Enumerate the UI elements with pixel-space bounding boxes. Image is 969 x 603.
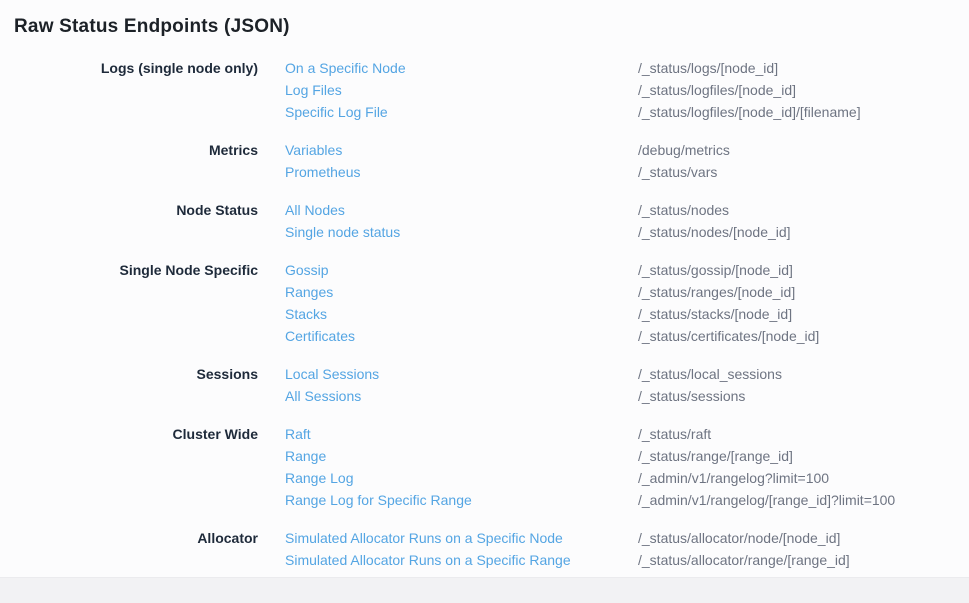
group-rows: Raft /_status/raft Range /_status/range/…	[285, 423, 969, 511]
endpoint-link[interactable]: Simulated Allocator Runs on a Specific N…	[285, 527, 638, 549]
endpoint-path: /_status/raft	[638, 423, 711, 445]
endpoint-link[interactable]: Single node status	[285, 221, 638, 243]
endpoint-link[interactable]: Log Files	[285, 79, 638, 101]
group-rows: On a Specific Node /_status/logs/[node_i…	[285, 57, 969, 123]
endpoint-link[interactable]: Gossip	[285, 259, 638, 281]
endpoint-group: Single Node Specific Gossip /_status/gos…	[14, 259, 969, 347]
endpoint-group: Metrics Variables /debug/metrics Prometh…	[14, 139, 969, 183]
endpoint-row: Raft /_status/raft	[285, 423, 969, 445]
endpoint-link[interactable]: Range Log for Specific Range	[285, 489, 638, 511]
endpoint-link[interactable]: Simulated Allocator Runs on a Specific R…	[285, 549, 638, 571]
endpoint-link[interactable]: All Sessions	[285, 385, 638, 407]
category-label: Metrics	[14, 139, 285, 161]
endpoint-row: Simulated Allocator Runs on a Specific R…	[285, 549, 969, 571]
endpoint-path: /_status/allocator/range/[range_id]	[638, 549, 850, 571]
endpoint-link[interactable]: Raft	[285, 423, 638, 445]
endpoint-path: /_status/local_sessions	[638, 363, 782, 385]
endpoint-group: Sessions Local Sessions /_status/local_s…	[14, 363, 969, 407]
endpoint-path: /_status/logfiles/[node_id]	[638, 79, 796, 101]
group-rows: Local Sessions /_status/local_sessions A…	[285, 363, 969, 407]
endpoint-row: Single node status /_status/nodes/[node_…	[285, 221, 969, 243]
endpoint-path: /_status/nodes/[node_id]	[638, 221, 791, 243]
endpoint-row: Simulated Allocator Runs on a Specific N…	[285, 527, 969, 549]
category-label: Node Status	[14, 199, 285, 221]
endpoint-row: Range Log /_admin/v1/rangelog?limit=100	[285, 467, 969, 489]
endpoint-row: Certificates /_status/certificates/[node…	[285, 325, 969, 347]
category-label: Allocator	[14, 527, 285, 549]
endpoint-path: /_status/gossip/[node_id]	[638, 259, 793, 281]
endpoint-path: /_status/stacks/[node_id]	[638, 303, 792, 325]
endpoint-row: Prometheus /_status/vars	[285, 161, 969, 183]
endpoint-path: /_status/sessions	[638, 385, 745, 407]
endpoint-link[interactable]: Local Sessions	[285, 363, 638, 385]
endpoint-row: All Sessions /_status/sessions	[285, 385, 969, 407]
endpoint-path: /_status/nodes	[638, 199, 729, 221]
page-title: Raw Status Endpoints (JSON)	[14, 15, 969, 38]
endpoint-row: All Nodes /_status/nodes	[285, 199, 969, 221]
page-bottom-strip	[0, 577, 969, 603]
endpoint-link[interactable]: Specific Log File	[285, 101, 638, 123]
endpoint-link[interactable]: Ranges	[285, 281, 638, 303]
endpoint-path: /_admin/v1/rangelog?limit=100	[638, 467, 829, 489]
category-label: Logs (single node only)	[14, 57, 285, 79]
endpoint-group: Allocator Simulated Allocator Runs on a …	[14, 527, 969, 571]
endpoint-row: Log Files /_status/logfiles/[node_id]	[285, 79, 969, 101]
endpoint-row: Variables /debug/metrics	[285, 139, 969, 161]
endpoint-link[interactable]: Certificates	[285, 325, 638, 347]
endpoint-link[interactable]: Range	[285, 445, 638, 467]
endpoint-link[interactable]: Range Log	[285, 467, 638, 489]
endpoint-link[interactable]: Prometheus	[285, 161, 638, 183]
endpoint-group: Logs (single node only) On a Specific No…	[14, 57, 969, 123]
page-content: Raw Status Endpoints (JSON) Logs (single…	[0, 0, 969, 571]
group-rows: Simulated Allocator Runs on a Specific N…	[285, 527, 969, 571]
endpoint-row: Stacks /_status/stacks/[node_id]	[285, 303, 969, 325]
endpoint-row: Gossip /_status/gossip/[node_id]	[285, 259, 969, 281]
endpoint-groups: Logs (single node only) On a Specific No…	[14, 57, 969, 571]
category-label: Cluster Wide	[14, 423, 285, 445]
endpoint-path: /_status/ranges/[node_id]	[638, 281, 795, 303]
endpoint-row: Range /_status/range/[range_id]	[285, 445, 969, 467]
endpoint-path: /debug/metrics	[638, 139, 730, 161]
group-rows: All Nodes /_status/nodes Single node sta…	[285, 199, 969, 243]
category-label: Single Node Specific	[14, 259, 285, 281]
endpoint-path: /_status/range/[range_id]	[638, 445, 793, 467]
endpoint-path: /_status/logfiles/[node_id]/[filename]	[638, 101, 861, 123]
category-label: Sessions	[14, 363, 285, 385]
endpoint-link[interactable]: Variables	[285, 139, 638, 161]
endpoint-path: /_status/allocator/node/[node_id]	[638, 527, 840, 549]
endpoint-path: /_admin/v1/rangelog/[range_id]?limit=100	[638, 489, 895, 511]
endpoint-path: /_status/logs/[node_id]	[638, 57, 778, 79]
endpoint-group: Cluster Wide Raft /_status/raft Range /_…	[14, 423, 969, 511]
endpoint-link[interactable]: Stacks	[285, 303, 638, 325]
endpoint-row: Ranges /_status/ranges/[node_id]	[285, 281, 969, 303]
endpoint-row: On a Specific Node /_status/logs/[node_i…	[285, 57, 969, 79]
endpoint-group: Node Status All Nodes /_status/nodes Sin…	[14, 199, 969, 243]
endpoint-link[interactable]: All Nodes	[285, 199, 638, 221]
endpoint-path: /_status/vars	[638, 161, 717, 183]
group-rows: Gossip /_status/gossip/[node_id] Ranges …	[285, 259, 969, 347]
endpoint-row: Range Log for Specific Range /_admin/v1/…	[285, 489, 969, 511]
endpoint-row: Local Sessions /_status/local_sessions	[285, 363, 969, 385]
group-rows: Variables /debug/metrics Prometheus /_st…	[285, 139, 969, 183]
debug-endpoints-page: Raw Status Endpoints (JSON) Logs (single…	[0, 0, 969, 603]
endpoint-link[interactable]: On a Specific Node	[285, 57, 638, 79]
endpoint-path: /_status/certificates/[node_id]	[638, 325, 819, 347]
endpoint-row: Specific Log File /_status/logfiles/[nod…	[285, 101, 969, 123]
